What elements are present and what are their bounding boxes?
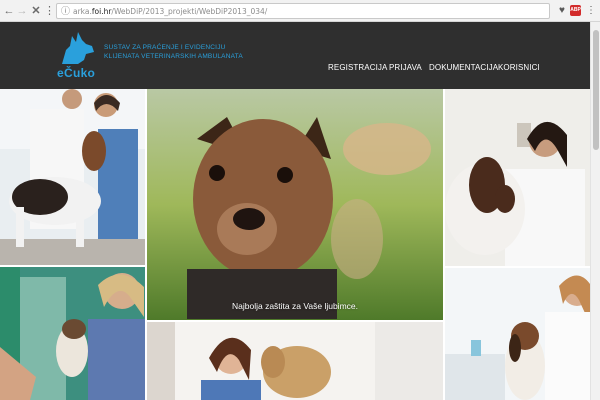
address-bar[interactable]: ⓘ arka.foi.hr/WebDiP/2013_projekti/WebDi… [56, 3, 550, 19]
brand-name[interactable]: eČuko [57, 66, 95, 80]
page-scrollbar[interactable] [590, 22, 600, 400]
hero-caption: Najbolja zaštita za Vaše ljubimce. [232, 301, 358, 311]
apps-grid-icon[interactable]: ⋮⋮ [44, 4, 66, 18]
site-header: eČuko SUSTAV ZA PRAĆENJE I EVIDENCIJU KL… [0, 22, 600, 89]
menu-item-korisnici[interactable]: KORISNICI [498, 63, 540, 72]
url-text[interactable]: arka.foi.hr/WebDiP/2013_projekti/WebDiP2… [73, 5, 267, 18]
site-tagline: SUSTAV ZA PRAĆENJE I EVIDENCIJU KLIJENAT… [104, 44, 243, 61]
browser-toolbar: ← → ✕ ⋮⋮ ⓘ arka.foi.hr/WebDiP/2013_proje… [0, 0, 600, 22]
menu-item-registracija[interactable]: REGISTRACIJA [328, 63, 387, 72]
back-arrow-icon[interactable]: ← [3, 4, 15, 18]
photo-vet-with-beagle-right [445, 268, 590, 400]
browser-menu-icon[interactable]: ⋮ [586, 4, 596, 17]
adblock-extension-icon[interactable]: ABP [570, 5, 581, 16]
menu-item-dokumentacija[interactable]: DOKUMENTACIJA [429, 63, 498, 72]
photo-grid: Najbolja zaštita za Vaše ljubimce. [0, 89, 590, 400]
heart-extension-icon[interactable]: ♥ [556, 4, 568, 17]
menu-item-prijava[interactable]: PRIJAVA [389, 63, 422, 72]
tagline-line-1: SUSTAV ZA PRAĆENJE I EVIDENCIJU [104, 44, 226, 51]
forward-arrow-icon[interactable]: → [16, 4, 28, 18]
photo-vet-with-spaniel [445, 89, 590, 266]
page-info-icon[interactable]: ⓘ [60, 5, 71, 17]
photo-vet-with-small-dog [0, 267, 145, 400]
scrollbar-thumb[interactable] [593, 30, 599, 150]
photo-puppy-closeup [147, 89, 443, 320]
photo-vet-with-golden-dog [147, 322, 443, 400]
tagline-line-2: KLIJENATA VETERINARSKIH AMBULANATA [104, 52, 243, 60]
stop-loading-icon[interactable]: ✕ [30, 4, 42, 18]
photo-vets-with-beagle [0, 89, 145, 265]
